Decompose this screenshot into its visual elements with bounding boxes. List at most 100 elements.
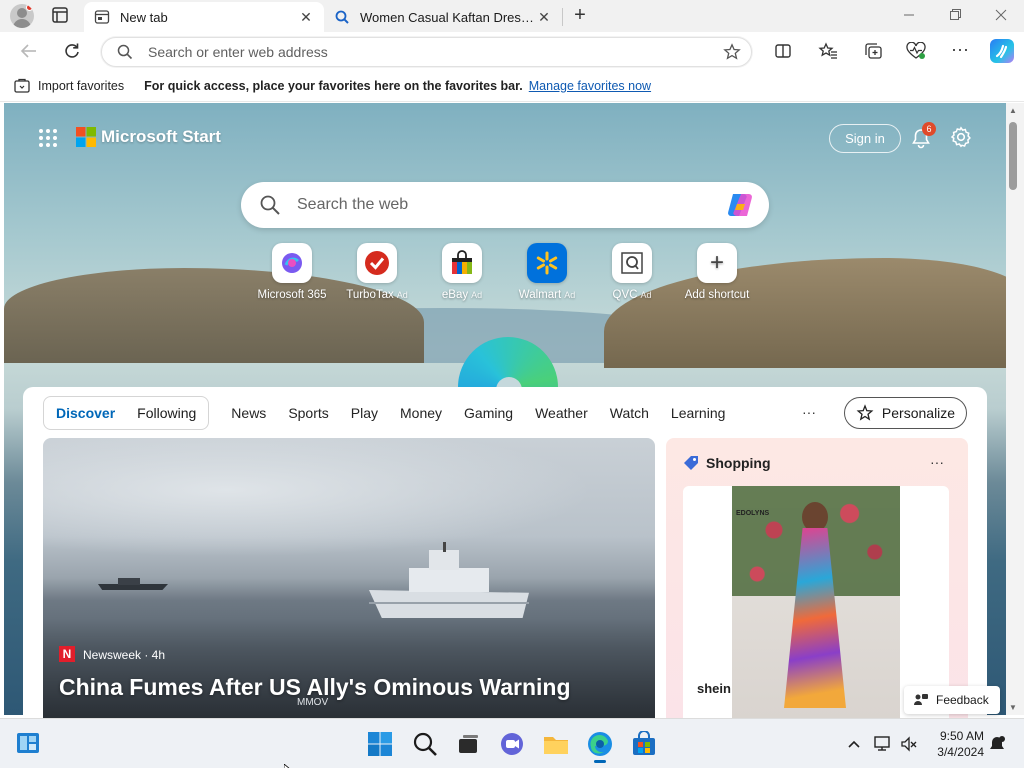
tab-following[interactable]: Following <box>137 405 196 421</box>
tab-discover[interactable]: Discover <box>56 405 115 421</box>
close-tab-icon[interactable]: ✕ <box>298 9 314 26</box>
quick-link-qvc[interactable]: QVC Ad <box>590 243 674 301</box>
ad-label: Ad <box>640 290 652 300</box>
ad-label: Ad <box>564 290 576 300</box>
new-tab-button[interactable]: + <box>570 5 590 25</box>
address-placeholder: Search or enter web address <box>148 44 328 60</box>
restore-button[interactable] <box>948 8 962 22</box>
file-explorer-icon[interactable] <box>542 730 570 758</box>
page-scrollbar[interactable] <box>1006 103 1024 715</box>
split-screen-icon[interactable] <box>774 42 792 60</box>
taskbar-search-icon[interactable] <box>411 730 439 758</box>
volume-muted-icon[interactable] <box>900 735 918 753</box>
distant-ship-image <box>98 576 168 592</box>
favorites-icon[interactable] <box>818 42 838 60</box>
quick-link-ebay[interactable]: eBay Ad <box>420 243 504 301</box>
back-button[interactable] <box>19 42 39 60</box>
personalize-button[interactable]: Personalize <box>844 397 967 429</box>
search-icon <box>116 43 134 61</box>
plus-icon: + <box>697 243 737 283</box>
edge-browser-icon[interactable] <box>586 730 614 758</box>
quick-link-label: Microsoft 365 <box>257 289 327 301</box>
product-image-text: EDOLYNS <box>736 510 770 517</box>
copilot-icon[interactable] <box>990 39 1014 63</box>
shopping-brand: shein <box>697 681 731 696</box>
scrollbar-thumb[interactable] <box>1009 122 1017 190</box>
more-menu-icon[interactable]: ··· <box>950 40 970 60</box>
minimize-button[interactable] <box>902 8 916 22</box>
tab-sports[interactable]: Sports <box>288 405 328 421</box>
quick-link-label: Walmart <box>518 289 562 301</box>
quick-link-turbotax[interactable]: TurboTax Ad <box>335 243 419 301</box>
teams-chat-icon[interactable] <box>498 730 526 758</box>
notification-center-icon[interactable] <box>988 735 1006 753</box>
quick-link-microsoft-365[interactable]: Microsoft 365 <box>250 243 334 301</box>
browser-essentials-icon[interactable] <box>906 41 926 60</box>
close-tab-icon[interactable]: ✕ <box>536 9 552 26</box>
clock[interactable]: 9:50 AM 3/4/2024 <box>924 728 984 760</box>
kaftan-dress-image: EDOLYNS <box>732 486 900 718</box>
feedback-icon <box>914 693 928 707</box>
clock-date: 3/4/2024 <box>937 745 984 759</box>
sign-in-label: Sign in <box>845 131 885 146</box>
apps-launcher-icon[interactable] <box>38 128 58 148</box>
new-tab-page-icon <box>94 9 110 25</box>
import-favorites-link[interactable]: Import favorites <box>38 79 124 93</box>
collections-icon[interactable] <box>863 42 883 60</box>
manage-favorites-link[interactable]: Manage favorites now <box>529 79 651 93</box>
show-hidden-icons-chevron-icon[interactable] <box>846 736 862 752</box>
feedback-label: Feedback <box>936 693 989 707</box>
settings-gear-icon[interactable] <box>950 126 972 148</box>
active-app-indicator <box>594 760 606 763</box>
close-window-button[interactable] <box>994 8 1008 22</box>
qvc-icon <box>612 243 652 283</box>
tab-new-tab[interactable]: New tab ✕ <box>84 2 324 32</box>
tab-weather[interactable]: Weather <box>535 405 588 421</box>
task-view-icon[interactable] <box>454 730 482 758</box>
address-bar[interactable]: Search or enter web address <box>101 37 752 67</box>
tab-play[interactable]: Play <box>351 405 378 421</box>
hero-news-card[interactable]: N Newsweek · 4h China Fumes After US All… <box>43 438 655 718</box>
tab-learning[interactable]: Learning <box>671 405 726 421</box>
microsoft-logo-icon <box>76 127 96 147</box>
sign-in-button[interactable]: Sign in <box>829 124 901 153</box>
profile-avatar[interactable] <box>10 4 34 28</box>
hero-source: Newsweek · 4h <box>83 648 166 662</box>
widgets-icon[interactable] <box>16 732 40 754</box>
quick-link-walmart[interactable]: Walmart Ad <box>505 243 589 301</box>
add-shortcut-button[interactable]: + Add shortcut <box>675 243 759 301</box>
favorite-star-icon[interactable] <box>723 43 741 61</box>
ad-label: Ad <box>396 290 408 300</box>
feed-mode-toggle: Discover Following <box>43 396 210 430</box>
refresh-button[interactable] <box>62 41 82 61</box>
tab-kaftan-dress[interactable]: Women Casual Kaftan Dress Sho ✕ <box>324 2 562 32</box>
personalize-label: Personalize <box>881 405 956 421</box>
web-search-box[interactable]: Search the web <box>241 182 769 228</box>
feed-nav: Discover Following News Sports Play Mone… <box>43 395 725 431</box>
feedback-button[interactable]: Feedback <box>904 686 1000 714</box>
turbotax-icon <box>357 243 397 283</box>
product-image-panel: EDOLYNS shein <box>683 486 949 718</box>
ad-label: Ad <box>471 290 483 300</box>
walmart-spark-icon <box>527 243 567 283</box>
start-windows-icon[interactable] <box>366 730 394 758</box>
clock-time: 9:50 AM <box>939 729 984 743</box>
tab-gaming[interactable]: Gaming <box>464 405 513 421</box>
shopping-card[interactable]: Shopping ··· EDOLYNS shein <box>666 438 968 718</box>
brand-title[interactable]: Microsoft Start <box>101 127 221 147</box>
tab-money[interactable]: Money <box>400 405 442 421</box>
tab-watch[interactable]: Watch <box>610 405 649 421</box>
scroll-down-arrow-icon[interactable]: ▼ <box>1009 703 1017 712</box>
notification-badge: 6 <box>922 122 936 136</box>
scroll-up-arrow-icon[interactable]: ▲ <box>1009 106 1017 115</box>
copilot-icon[interactable] <box>725 190 755 220</box>
tab-news[interactable]: News <box>231 405 266 421</box>
search-favicon-icon <box>334 9 350 25</box>
microsoft-store-icon[interactable] <box>630 730 658 758</box>
tab-actions-icon[interactable] <box>51 6 69 24</box>
network-icon[interactable] <box>873 735 893 753</box>
shopping-more-button[interactable]: ··· <box>930 454 944 470</box>
feed-more-button[interactable]: ··· <box>802 404 816 420</box>
tab-title: New tab <box>120 9 168 25</box>
import-favorites-icon[interactable] <box>13 78 31 94</box>
